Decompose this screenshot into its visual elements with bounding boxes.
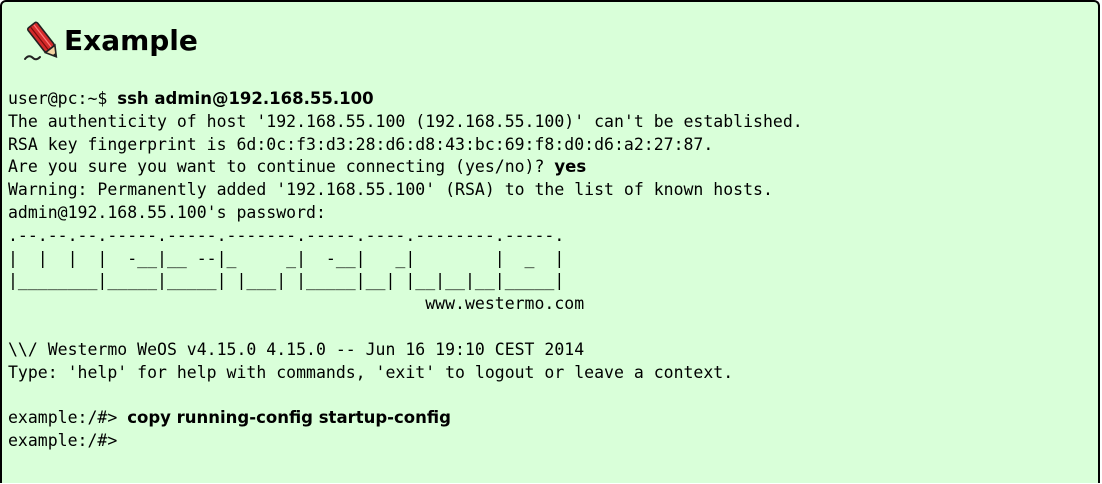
banner-line: |________|_____|_____| |___| |_____|__| …	[8, 271, 565, 291]
help-hint: Type: 'help' for help with commands, 'ex…	[8, 362, 734, 382]
terminal-line-confirm: Are you sure you want to continue connec…	[8, 156, 803, 179]
red-pen-icon	[24, 21, 58, 61]
banner-url: www.westermo.com	[8, 294, 585, 314]
known-hosts-warning: Warning: Permanently added '192.168.55.1…	[8, 180, 773, 200]
shell-prompt: user@pc:~$	[8, 89, 118, 108]
example-heading: Example	[22, 18, 198, 64]
banner-line: | | | | -__|__ --|_ _| -__| _| | _ |	[8, 248, 565, 268]
cli-prompt-final: example:/#>	[8, 430, 118, 450]
password-prompt: admin@192.168.55.100's password:	[8, 202, 326, 222]
terminal-output: user@pc:~$ ssh admin@192.168.55.100 The a…	[8, 88, 803, 453]
confirm-prompt: Are you sure you want to continue connec…	[8, 157, 555, 177]
version-banner: \\/ Westermo WeOS v4.15.0 4.15.0 -- Jun …	[8, 339, 585, 359]
example-title: Example	[64, 24, 198, 57]
banner-line: .--.--.--.-----.-----.-------.-----.----…	[8, 225, 565, 245]
cli-prompt: example:/#>	[8, 408, 128, 428]
terminal-line-copy: example:/#> copy running-config startup-…	[8, 407, 803, 430]
ssh-command: ssh admin@192.168.55.100	[117, 89, 374, 108]
terminal-line-login: user@pc:~$ ssh admin@192.168.55.100	[8, 88, 803, 111]
fingerprint-message: RSA key fingerprint is 6d:0c:f3:d3:28:d6…	[8, 134, 714, 154]
example-box: Example user@pc:~$ ssh admin@192.168.55.…	[0, 0, 1100, 483]
confirm-answer: yes	[554, 157, 587, 177]
authenticity-message: The authenticity of host '192.168.55.100…	[8, 111, 803, 131]
copy-config-command: copy running-config startup-config	[127, 408, 451, 428]
